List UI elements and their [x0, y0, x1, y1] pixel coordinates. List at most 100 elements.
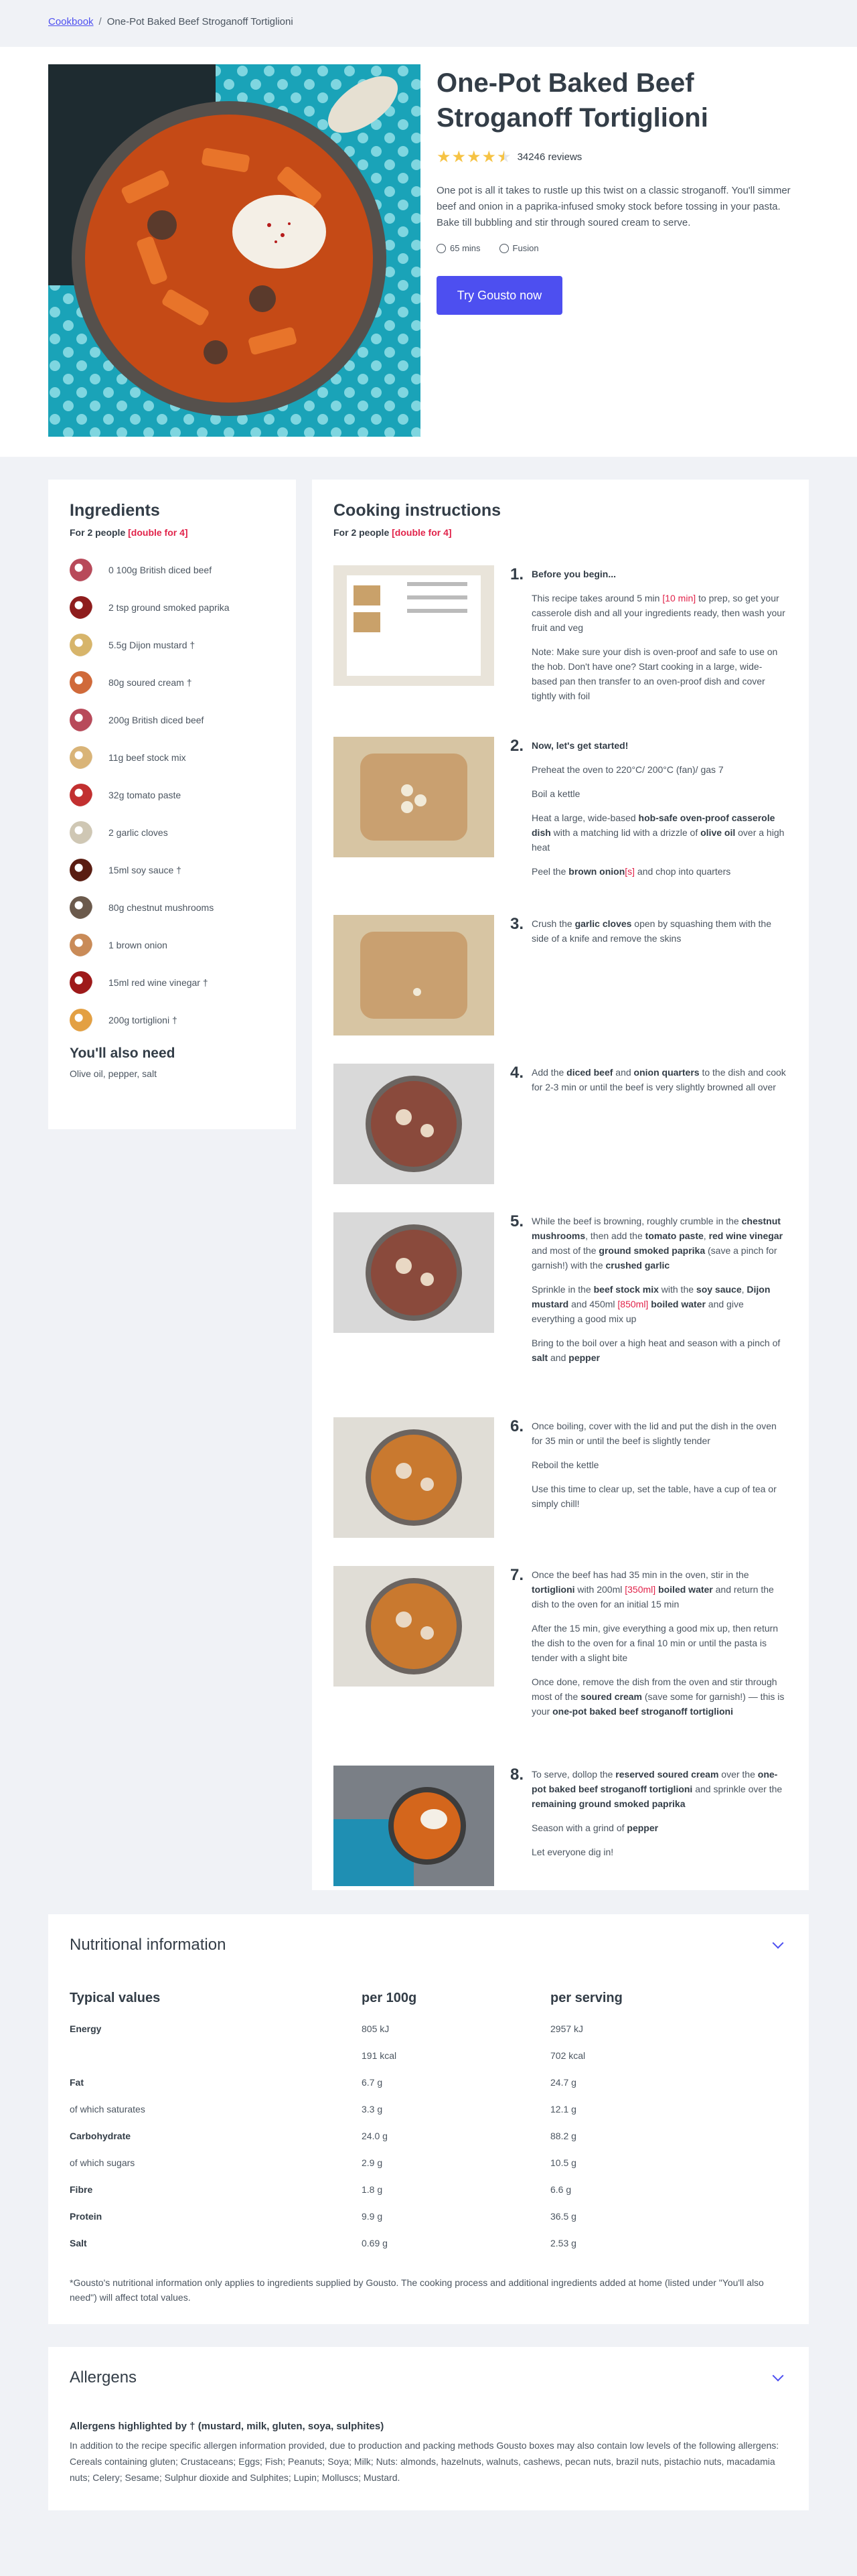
cook-time: 65 mins: [437, 243, 481, 253]
nutrition-col-header: per 100g: [362, 1991, 417, 2005]
step-number: 7.: [510, 1566, 524, 1584]
ingredient-label: 15ml red wine vinegar †: [108, 977, 208, 988]
step-image: [333, 1766, 494, 1886]
table-row: Fat 6.7 g 24.7 g: [70, 2069, 787, 2096]
recipe-hero: One-Pot Baked Beef Stroganoff Tortiglion…: [0, 47, 857, 457]
nutrient-per-100g: 191 kcal: [362, 2050, 397, 2061]
step-paragraph: Use this time to clear up, set the table…: [532, 1484, 777, 1509]
nutrient-per-100g: 0.69 g: [362, 2238, 388, 2248]
nutrient-per-100g: 805 kJ: [362, 2023, 390, 2034]
step-image: [333, 1212, 494, 1333]
step-image: [333, 1566, 494, 1687]
table-row: 191 kcal 702 kcal: [70, 2042, 787, 2069]
step-image: [333, 1064, 494, 1184]
nutrition-title: Nutritional information: [70, 1936, 226, 1954]
ingredient-image: [70, 784, 92, 806]
cooking-instructions-card: Cooking instructions For 2 people [doubl…: [312, 480, 809, 1890]
page-title: One-Pot Baked Beef Stroganoff Tortiglion…: [437, 68, 708, 133]
serves-text: For 2 people: [333, 527, 392, 538]
nutrient-per-serving: 36.5 g: [550, 2211, 576, 2222]
chevron-down-icon[interactable]: [772, 1937, 784, 1949]
ingredient-label: 80g chestnut mushrooms: [108, 902, 214, 913]
nutrition-header[interactable]: Nutritional information: [70, 1936, 787, 1954]
step-text: Once boiling, cover with the lid and put…: [532, 1419, 787, 1520]
breadcrumb-cookbook-link[interactable]: Cookbook: [48, 16, 94, 27]
also-need-text: Olive oil, pepper, salt: [70, 1068, 157, 1079]
ingredient-label: 2 garlic cloves: [108, 827, 168, 838]
nutrient-label: [70, 2042, 362, 2069]
nutrition-card: Nutritional information Typical values p…: [48, 1914, 809, 2324]
step-paragraph: Reboil the kettle: [532, 1459, 599, 1470]
allergens-header[interactable]: Allergens: [70, 2368, 787, 2387]
table-row: Fibre 1.8 g 6.6 g: [70, 2176, 787, 2203]
ingredient-image: [70, 896, 92, 919]
ingredient-item: 200g British diced beef: [70, 701, 275, 739]
ingredients-card: Ingredients For 2 people [double for 4] …: [48, 480, 296, 1129]
ingredient-image: [70, 859, 92, 881]
step-paragraph: Bring to the boil over a high heat and s…: [532, 1338, 781, 1363]
step-paragraph: Boil a kettle: [532, 788, 580, 799]
try-gousto-button[interactable]: Try Gousto now: [437, 276, 562, 315]
ingredient-label: 200g British diced beef: [108, 715, 204, 725]
step-image: [333, 1417, 494, 1538]
ingredient-image: [70, 934, 92, 956]
nutrient-per-serving: 10.5 g: [550, 2157, 576, 2168]
breadcrumb-separator: /: [98, 16, 102, 27]
nutrient-label: Energy: [70, 2023, 102, 2034]
table-row: Energy 805 kJ 2957 kJ: [70, 2015, 787, 2042]
nutrient-per-serving: 88.2 g: [550, 2131, 576, 2141]
ingredient-label: 5.5g Dijon mustard †: [108, 640, 196, 650]
step-paragraph: Once the beef has had 35 min in the oven…: [532, 1569, 774, 1609]
double-for-4: [double for 4]: [392, 527, 452, 538]
nutrient-per-serving: 2.53 g: [550, 2238, 576, 2248]
step-text: To serve, dollop the reserved soured cre…: [532, 1767, 787, 1869]
ingredient-label: 15ml soy sauce †: [108, 865, 181, 875]
ingredient-image: [70, 596, 92, 619]
rating: ★★★★★★ 34246 reviews: [437, 147, 798, 167]
allergens-highlight: Allergens highlighted by † (mustard, mil…: [70, 2421, 384, 2432]
step-text: Before you begin... This recipe takes aro…: [532, 567, 787, 713]
nutrient-per-100g: 1.8 g: [362, 2184, 383, 2195]
cook-time-value: 65 mins: [450, 243, 481, 253]
step-text: Now, let's get started! Preheat the oven …: [532, 738, 787, 888]
step-image: [333, 915, 494, 1035]
nutrient-per-serving: 702 kcal: [550, 2050, 586, 2061]
step-paragraph: While the beef is browning, roughly crum…: [532, 1216, 783, 1271]
review-count[interactable]: 34246 reviews: [518, 151, 582, 163]
nutrient-per-serving: 12.1 g: [550, 2104, 576, 2115]
nutrient-per-serving: 2957 kJ: [550, 2023, 584, 2034]
ingredient-item: 1 brown onion: [70, 926, 275, 964]
step-number: 8.: [510, 1766, 524, 1784]
nutrient-label: Fat: [70, 2077, 84, 2088]
step-paragraph: Season with a grind of pepper: [532, 1822, 659, 1833]
ingredient-image: [70, 746, 92, 769]
cooking-serves: For 2 people [double for 4]: [333, 527, 787, 538]
globe-icon: [499, 243, 509, 253]
ingredient-label: 200g tortiglioni †: [108, 1015, 177, 1025]
recipe-hero-details: One-Pot Baked Beef Stroganoff Tortiglion…: [437, 66, 798, 315]
nutrient-per-serving: 24.7 g: [550, 2077, 576, 2088]
ingredient-item: 200g tortiglioni †: [70, 1001, 275, 1039]
nutrient-label: Carbohydrate: [70, 2131, 131, 2141]
ingredient-item: 80g chestnut mushrooms: [70, 889, 275, 926]
step-number: 4.: [510, 1064, 524, 1082]
breadcrumb: Cookbook / One-Pot Baked Beef Stroganoff T…: [48, 16, 293, 27]
serves-text: For 2 people: [70, 527, 129, 538]
nutrition-col-header: Typical values: [70, 1991, 161, 2005]
ingredient-image: [70, 671, 92, 694]
step-paragraph: Let everyone dig in!: [532, 1847, 614, 1857]
recipe-description: One pot is all it takes to rustle up thi…: [437, 185, 791, 228]
chevron-down-icon[interactable]: [772, 2370, 784, 2382]
ingredient-image: [70, 1009, 92, 1031]
breadcrumb-current: One-Pot Baked Beef Stroganoff Tortiglion…: [106, 16, 293, 27]
cuisine: Fusion: [499, 243, 539, 253]
step-number: 1.: [510, 565, 524, 583]
ingredient-image: [70, 971, 92, 994]
ingredient-label: 32g tomato paste: [108, 790, 181, 800]
step-paragraph: This recipe takes around 5 min [10 min] …: [532, 593, 785, 633]
step-paragraph: Peel the brown onion[s] and chop into qu…: [532, 866, 731, 877]
ingredient-image: [70, 559, 92, 581]
ingredient-list: 0 100g British diced beef 2 tsp ground sm…: [70, 551, 275, 1039]
ingredient-image: [70, 821, 92, 844]
ingredient-label: 0 100g British diced beef: [108, 565, 212, 575]
